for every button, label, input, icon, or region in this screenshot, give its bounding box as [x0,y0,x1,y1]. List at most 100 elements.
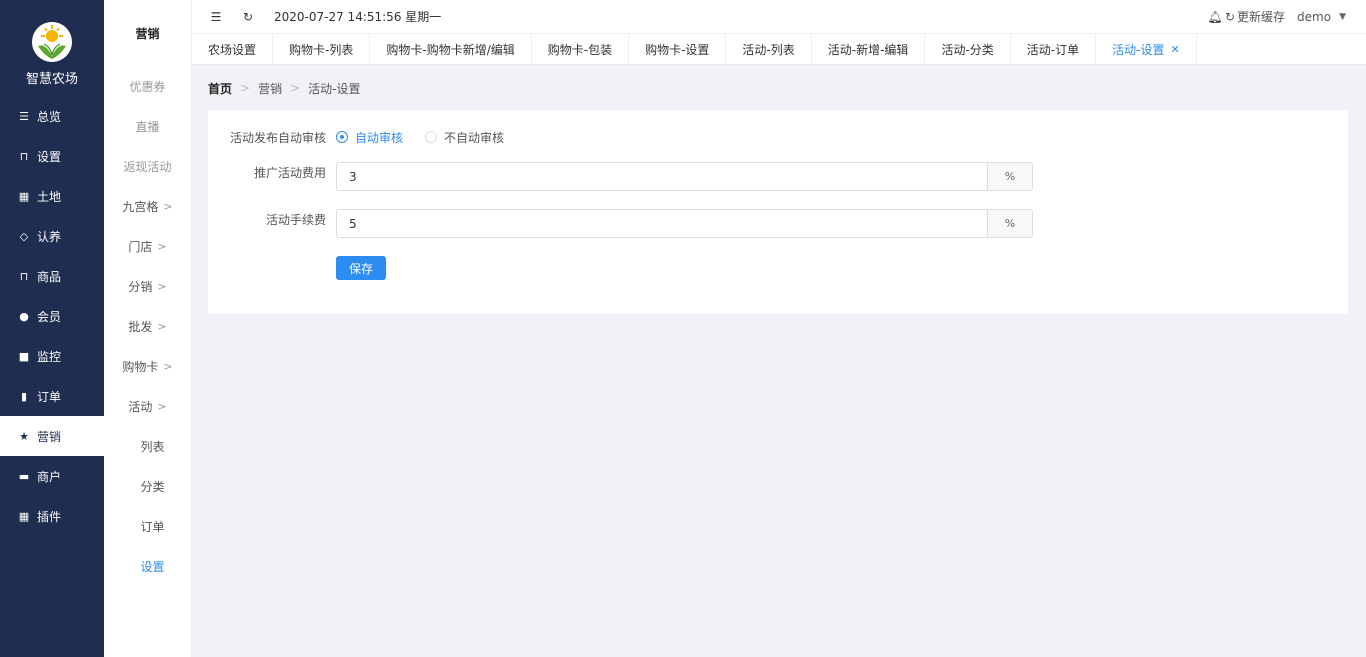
chevron-right-icon: > [163,199,173,213]
breadcrumb-home[interactable]: 首页 [208,80,232,97]
sync-icon: ↻ [1224,9,1236,24]
tab-activity-category[interactable]: 活动-分类 [925,34,1011,65]
username: demo [1297,9,1332,24]
percent-addon: % [987,162,1033,191]
sidebar-item-monitor[interactable]: ■ 监控 [0,336,104,376]
submenu-item-label: 列表 [140,439,165,454]
tab-label: 活动-列表 [742,43,795,57]
chevron-right-icon: > [157,399,167,413]
submenu-item-label: 购物卡 [122,359,159,374]
refresh-cache-button[interactable]: ↻ 更新缓存 [1225,8,1285,25]
user-menu[interactable]: demo ▼ [1297,10,1346,24]
user-icon: ● [19,309,29,323]
submenu-title: 营销 [135,26,160,41]
promo-fee-label: 推广活动费用 [253,166,326,180]
tab-label: 活动-订单 [1026,43,1080,57]
chevron-right-icon: > [290,81,301,95]
tab-farm-settings[interactable]: 农场设置 [192,34,274,65]
tab-shopping-card-edit[interactable]: 购物卡-购物卡新增/编辑 [370,34,532,65]
submenu-item-nine-grid[interactable]: 九宫格 > [104,186,191,226]
sidebar-item-adopt[interactable]: ◇ 认养 [0,216,104,256]
tab-label: 活动-新增-编辑 [827,43,909,57]
chevron-right-icon: > [157,279,167,293]
sidebar-item-settings[interactable]: ⊓ 设置 [0,136,104,176]
submenu-item-label: 门店 [128,239,153,254]
submenu-item-wholesale[interactable]: 批发 > [104,306,191,346]
sidebar-item-label: 插件 [37,509,62,524]
radio-dot-icon [425,131,438,143]
submenu-item-shopping-card[interactable]: 购物卡 > [104,346,191,386]
breadcrumb: 首页 > 营销 > 活动-设置 [208,79,361,97]
refresh-cache-label: 更新缓存 [1237,10,1286,24]
handling-fee-label: 活动手续费 [265,213,326,227]
promo-fee-row: 推广活动费用 % [208,162,1033,191]
submenu-item-activity-settings[interactable]: 设置 [104,546,191,586]
sidebar-item-orders[interactable]: ▮ 订单 [0,376,104,416]
submenu-item-cashback[interactable]: 返现活动 [104,146,191,186]
radio-auto-review[interactable]: 自动审核 [336,129,403,146]
handling-fee-input[interactable] [336,209,987,238]
clipboard-icon: ▮ [20,389,28,403]
tab-activity-edit[interactable]: 活动-新增-编辑 [812,34,926,65]
sidebar-item-marketing[interactable]: ★ 营销 [0,416,104,456]
chevron-right-icon: > [157,239,167,253]
submenu-item-coupons[interactable]: 优惠券 [104,66,191,106]
sidebar-item-label: 设置 [37,149,62,164]
sidebar-item-merchants[interactable]: ▬ 商户 [0,456,104,496]
caret-down-icon: ▼ [1339,11,1346,22]
radio-no-auto-review[interactable]: 不自动审核 [425,129,504,146]
tab-activity-orders[interactable]: 活动-订单 [1011,34,1097,65]
tab-label: 活动-分类 [941,43,994,57]
save-button[interactable]: 保存 [336,256,386,280]
sidebar-item-members[interactable]: ● 会员 [0,296,104,336]
star-icon: ★ [19,429,29,443]
submenu-item-stores[interactable]: 门店 > [104,226,191,266]
menu-collapse-icon[interactable]: ☰ [208,10,224,24]
grid-icon: ▦ [18,509,30,523]
bell-icon[interactable]: 🔔︎ [1207,10,1223,24]
submenu-item-label: 分类 [140,479,165,494]
tab-activity-settings[interactable]: 活动-设置 ✕ [1096,34,1197,65]
sidebar-item-overview[interactable]: ☰ 总览 [0,96,104,136]
top-bar-right: 🔔︎ ↻ 更新缓存 demo ▼ [1207,0,1346,33]
auto-review-row: 活动发布自动审核 自动审核 不自动审核 [208,128,526,146]
submenu-item-label: 分销 [128,279,153,294]
sidebar-item-goods[interactable]: ⊓ 商品 [0,256,104,296]
tab-label: 活动-设置 [1112,43,1165,57]
close-icon[interactable]: ✕ [1170,43,1179,56]
submenu-item-activity-category[interactable]: 分类 [104,466,191,506]
sidebar-item-label: 商户 [37,469,62,484]
chevron-right-icon: > [157,319,167,333]
tab-label: 购物卡-设置 [645,43,710,57]
tab-label: 购物卡-购物卡新增/编辑 [386,43,515,57]
tab-shopping-card-settings[interactable]: 购物卡-设置 [629,34,727,65]
top-bar: ☰ ↻ 2020-07-27 14:51:56 星期一 🔔︎ ↻ 更新缓存 de… [192,0,1366,33]
submenu-item-label: 批发 [128,319,153,334]
handling-fee-group: % [336,209,1033,238]
submenu-item-label: 优惠券 [129,79,166,94]
submenu-item-distribution[interactable]: 分销 > [104,266,191,306]
promo-fee-input[interactable] [336,162,987,191]
camera-icon: ■ [18,349,30,363]
submenu-item-label: 订单 [140,519,165,534]
sidebar-item-label: 认养 [37,229,62,244]
sidebar-item-land[interactable]: ▦ 土地 [0,176,104,216]
breadcrumb-level1[interactable]: 营销 [258,80,282,97]
tab-shopping-card-packaging[interactable]: 购物卡-包装 [532,34,630,65]
actions-row: 保存 [208,256,386,280]
refresh-icon[interactable]: ↻ [240,10,256,24]
submenu-item-activity-orders[interactable]: 订单 [104,506,191,546]
sidebar-item-plugins[interactable]: ▦ 插件 [0,496,104,536]
submenu-item-live[interactable]: 直播 [104,106,191,146]
tab-label: 购物卡-列表 [289,43,354,57]
tab-activity-list[interactable]: 活动-列表 [726,34,812,65]
submenu-item-activity-list[interactable]: 列表 [104,426,191,466]
diamond-icon: ◇ [19,229,29,243]
submenu-item-activity[interactable]: 活动 > [104,386,191,426]
sidebar-item-label: 商品 [37,269,62,284]
promo-fee-group: % [336,162,1033,191]
settings-form: 活动发布自动审核 自动审核 不自动审核 推广活动费用 % 活动手续费 % 保存 [208,110,1348,314]
chevron-right-icon: > [163,359,173,373]
sidebar-item-label: 会员 [37,309,62,324]
tab-shopping-card-list[interactable]: 购物卡-列表 [273,34,371,65]
